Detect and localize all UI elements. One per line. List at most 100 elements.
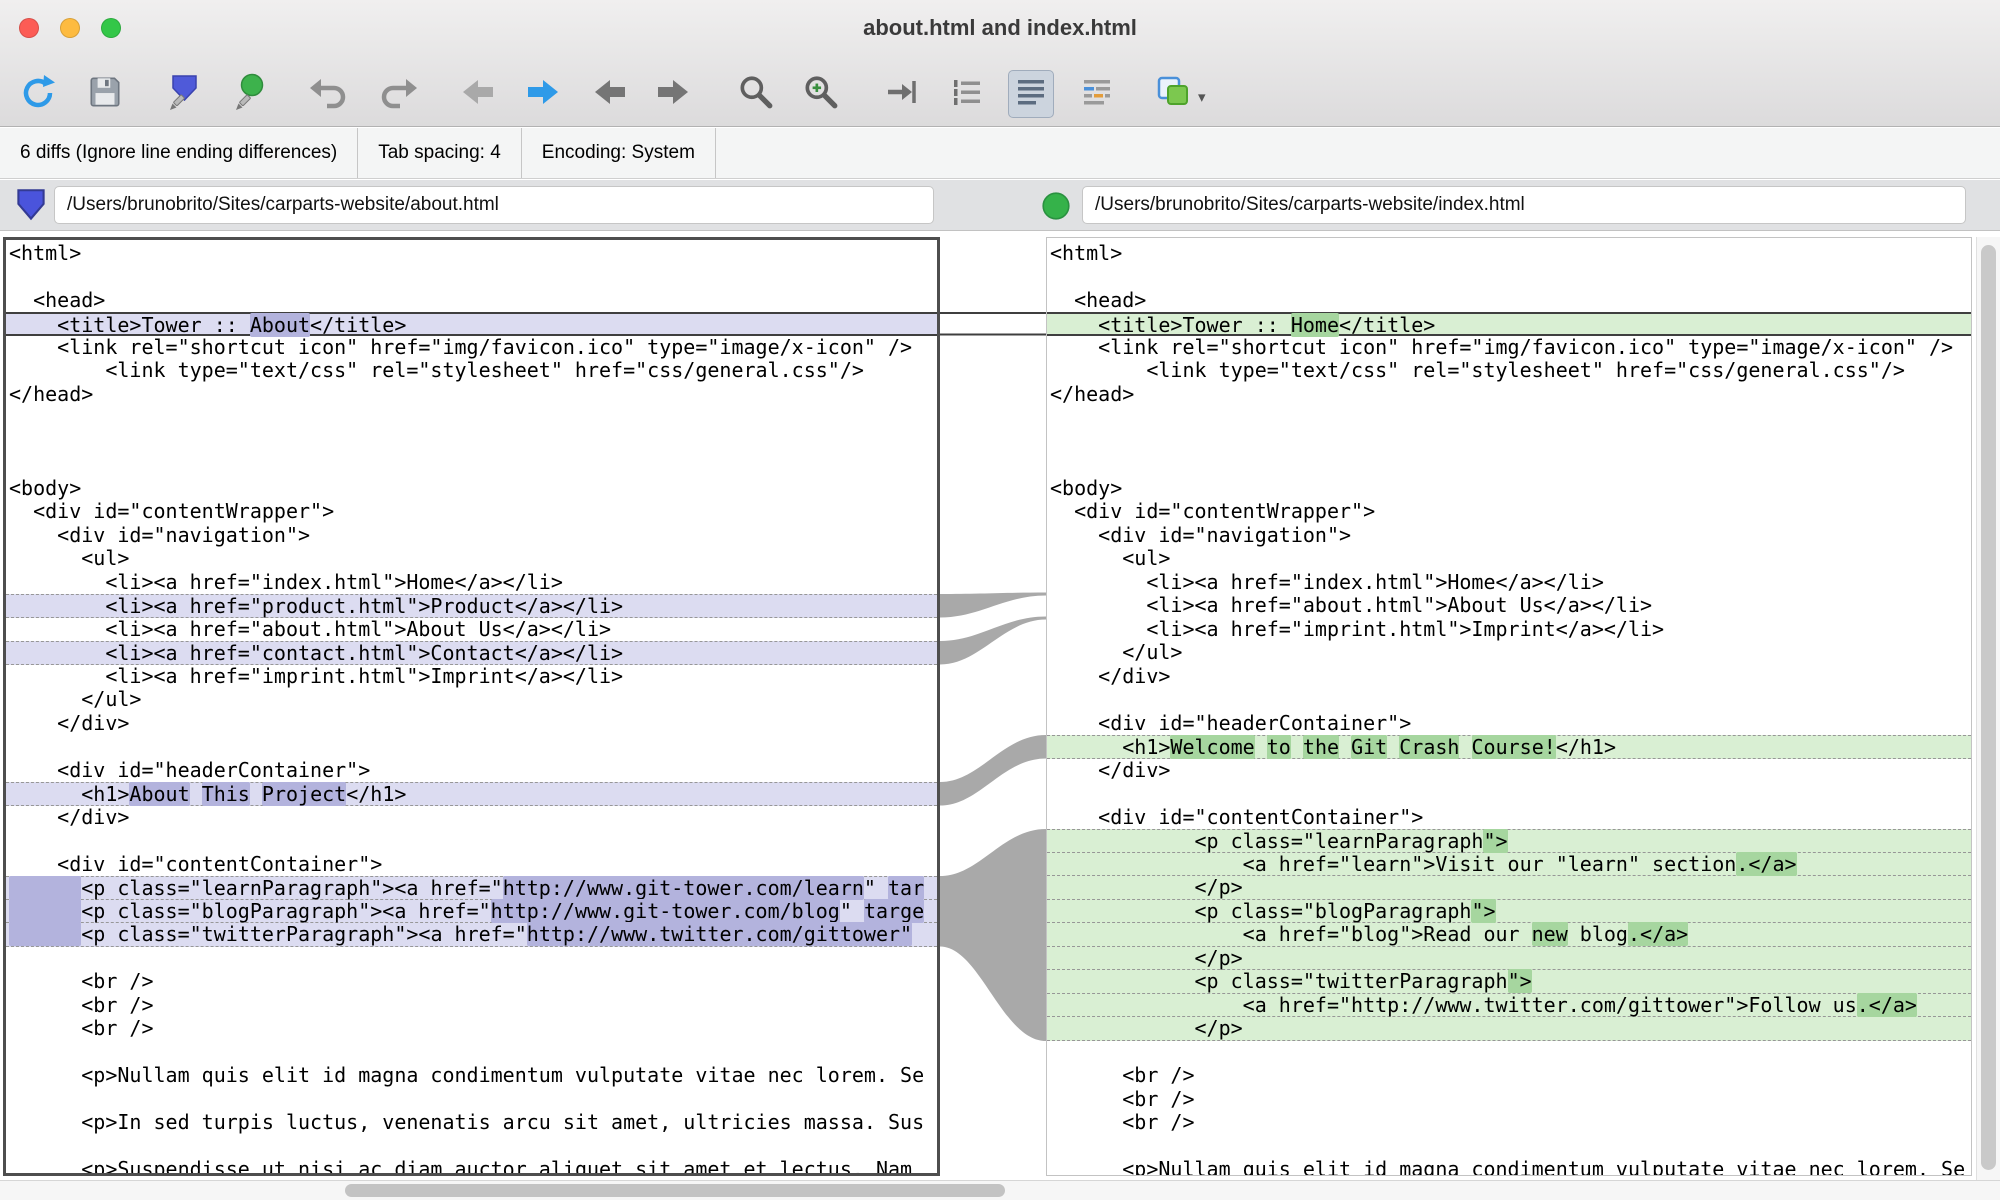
code-segment: </p> (1050, 875, 1243, 899)
code-segment: <head> (9, 288, 105, 312)
horizontal-scrollbar-thumb[interactable] (345, 1184, 1005, 1197)
code-segment (190, 782, 202, 806)
code-line: <p>Suspendisse ut nisi ac diam auctor al… (6, 1158, 937, 1176)
undo-button[interactable] (306, 70, 352, 118)
code-segment: <li><a href="imprint.html">Imprint</a></… (1050, 617, 1664, 641)
line-numbers-icon (949, 74, 985, 115)
code-segment: </head> (1050, 382, 1134, 406)
file-path-bar: /Users/brunobrito/Sites/carparts-website… (0, 180, 2000, 231)
code-line (6, 453, 937, 477)
diff-changed-segment (9, 876, 81, 900)
code-line: <div id="contentContainer"> (1047, 806, 1971, 830)
block-arrow-left-icon (591, 75, 629, 114)
go-to-line-button[interactable] (879, 70, 925, 118)
diff-changed-segment: Git (1351, 735, 1387, 759)
code-line: <div id="contentWrapper"> (1047, 500, 1971, 524)
diff-changed-segment: This (202, 782, 250, 806)
code-line (6, 430, 937, 454)
next-diff-button[interactable] (520, 70, 566, 118)
code-segment: </title> (1339, 313, 1435, 337)
vertical-scrollbar-thumb[interactable] (1981, 245, 1996, 1170)
code-segment: <p class="learnParagraph (1050, 829, 1483, 853)
code-line (6, 1041, 937, 1065)
code-line: <p>Nullam quis elit id magna condimentum… (6, 1064, 937, 1088)
diff-changed-segment: Home (1291, 313, 1339, 337)
code-line: <li><a href="product.html">Product</a></… (6, 594, 937, 618)
code-line: </div> (1047, 759, 1971, 783)
vertical-scrollbar[interactable] (1976, 237, 2000, 1180)
horizontal-scrollbar[interactable] (0, 1180, 2000, 1200)
line-numbers-button[interactable] (944, 70, 990, 118)
code-segment: <p>In sed turpis luctus, venenatis arcu … (9, 1110, 924, 1134)
code-segment: <h1> (9, 782, 129, 806)
code-segment: <div id="contentContainer"> (9, 852, 382, 876)
find-button[interactable] (732, 70, 778, 118)
code-line: <title>Tower :: Home</title> (1047, 312, 1971, 336)
edit-right-file-button[interactable] (228, 70, 274, 118)
right-file-path-field[interactable]: /Users/brunobrito/Sites/carparts-website… (1082, 186, 1966, 224)
code-line: <p class="twitterParagraph"><a href="htt… (6, 923, 937, 947)
code-line: <li><a href="index.html">Home</a></li> (6, 571, 937, 595)
title-bar: about.html and index.html (0, 0, 2000, 127)
code-segment: <a href="http://www.twitter.com/gittower… (1050, 993, 1857, 1017)
diff-changed-segment: "> (1483, 829, 1507, 853)
right-file-dot-icon (233, 72, 269, 117)
code-segment: <title>Tower :: (9, 313, 250, 337)
code-segment: <li><a href="about.html">About Us</a></l… (9, 617, 611, 641)
show-inline-differences-button[interactable] (1008, 70, 1054, 118)
code-segment: <div id="navigation"> (9, 523, 310, 547)
code-segment: </h1> (346, 782, 406, 806)
previous-conflict-button[interactable] (587, 70, 633, 118)
code-line: <p>In sed turpis luctus, venenatis arcu … (6, 1111, 937, 1135)
refresh-button[interactable] (15, 70, 61, 118)
code-segment: <div id="contentWrapper"> (1050, 499, 1375, 523)
code-segment: <html> (9, 241, 81, 265)
code-line: <p class="twitterParagraph"> (1047, 970, 1971, 994)
redo-button[interactable] (375, 70, 421, 118)
code-segment: <h1> (1050, 735, 1170, 759)
diff-changed-segment: targe (864, 899, 924, 923)
diff-changed-segment: "> (1471, 899, 1495, 923)
right-diff-pane[interactable]: <html> <head> <title>Tower :: Home</titl… (1046, 237, 1972, 1176)
code-line: </p> (1047, 876, 1971, 900)
code-segment: <div id="headerContainer"> (9, 758, 370, 782)
block-arrow-right-icon (654, 75, 692, 114)
find-again-button[interactable] (797, 70, 843, 118)
code-segment: blog (1568, 922, 1628, 946)
merge-tool-window: about.html and index.html (0, 0, 2000, 1200)
diff-changed-segment: About (129, 782, 189, 806)
code-line: <br /> (6, 1017, 937, 1041)
code-line: <head> (6, 289, 937, 313)
save-button[interactable] (82, 70, 128, 118)
code-line (6, 265, 937, 289)
edit-left-file-button[interactable] (162, 70, 208, 118)
code-segment: <li><a href="index.html">Home</a></li> (9, 570, 563, 594)
code-segment (250, 782, 262, 806)
code-line: </div> (1047, 665, 1971, 689)
code-line: <li><a href="about.html">About Us</a></l… (1047, 594, 1971, 618)
code-segment: <link type="text/css" rel="stylesheet" h… (1050, 358, 1905, 382)
layout-dropdown-chevron-icon[interactable]: ▾ (1198, 88, 1206, 106)
left-file-path-field[interactable]: /Users/brunobrito/Sites/carparts-website… (54, 186, 934, 224)
diff-changed-segment (9, 922, 81, 946)
left-diff-pane[interactable]: <html> <head> <title>Tower :: About</tit… (3, 237, 940, 1176)
previous-diff-button[interactable] (455, 70, 501, 118)
code-segment: <li><a href="contact.html">Contact</a></… (9, 641, 623, 665)
diff-changed-segment: the (1303, 735, 1339, 759)
undo-icon (310, 74, 348, 115)
code-segment: </div> (1050, 664, 1170, 688)
code-line (6, 1088, 937, 1112)
code-segment (1255, 735, 1267, 759)
layout-button[interactable] (1150, 70, 1196, 118)
code-line: <link rel="shortcut icon" href="img/favi… (1047, 336, 1971, 360)
code-line: <html> (6, 242, 937, 266)
code-segment: <ul> (1050, 546, 1170, 570)
save-icon (86, 73, 124, 116)
code-segment (1459, 735, 1471, 759)
block-arrow-right-icon (524, 75, 562, 114)
diff-highlight-style-button[interactable] (1074, 70, 1120, 118)
right-code-content: <html> <head> <title>Tower :: Home</titl… (1047, 238, 1971, 1176)
code-line: <a href="http://www.twitter.com/gittower… (1047, 994, 1971, 1018)
next-conflict-button[interactable] (650, 70, 696, 118)
code-segment: <br /> (9, 969, 154, 993)
